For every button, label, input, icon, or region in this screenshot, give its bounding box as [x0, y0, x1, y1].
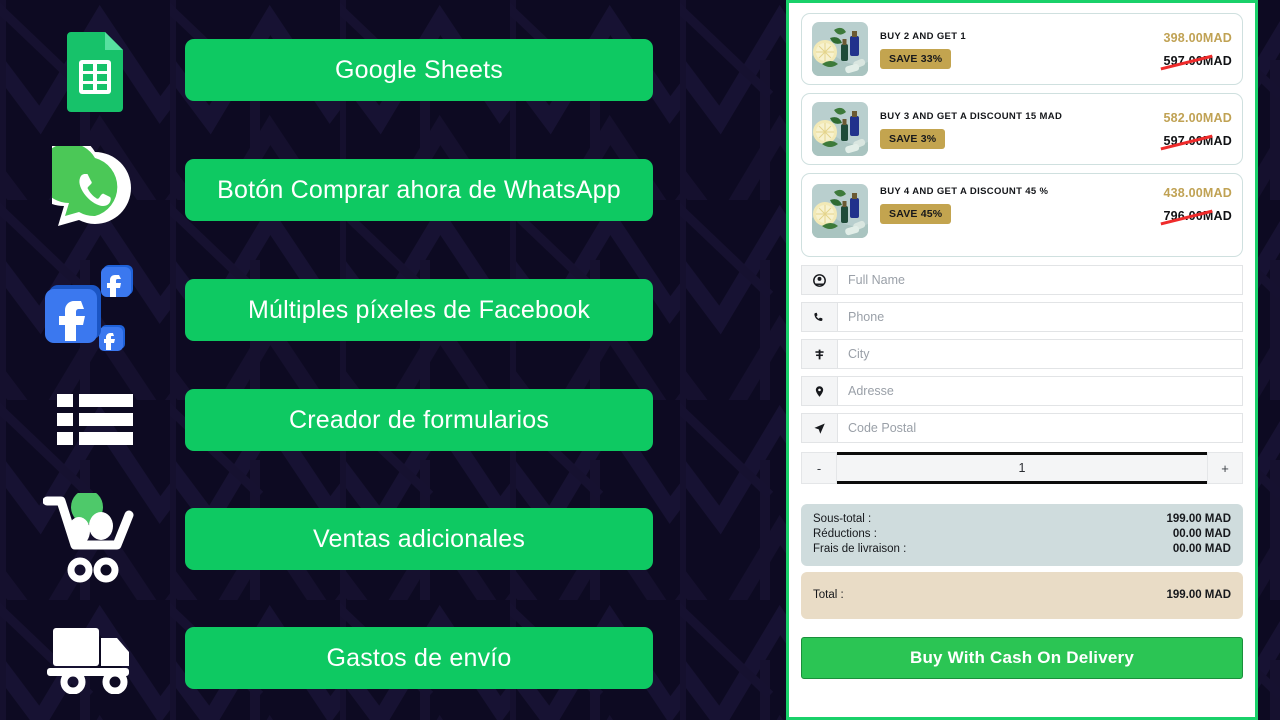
offer-title: BUY 3 AND GET A DISCOUNT 15 MAD — [880, 111, 1063, 122]
field-row-postal-code — [801, 413, 1243, 443]
offer-price-new: 582.00MAD — [1163, 110, 1232, 125]
user-icon — [801, 265, 837, 295]
feature-row-whatsapp: Botón Comprar ahora de WhatsApp — [0, 130, 786, 250]
address-input[interactable] — [837, 376, 1243, 406]
summary-value: 00.00 MAD — [1172, 543, 1231, 555]
offers-list: BUY 2 AND GET 1 SAVE 33% 398.00MAD 597.0… — [801, 13, 1243, 257]
order-summary: Sous-total : 199.00 MAD Réductions : 00.… — [801, 504, 1243, 566]
feature-button-google-sheets[interactable]: Google Sheets — [185, 39, 653, 101]
summary-label: Sous-total : — [813, 513, 872, 525]
upsell-cart-icon — [35, 484, 155, 594]
offer-details: BUY 4 AND GET A DISCOUNT 45 % SAVE 45% — [880, 184, 1128, 224]
feature-row-facebook-pixels: Múltiples píxeles de Facebook — [0, 250, 786, 370]
offer-card[interactable]: BUY 2 AND GET 1 SAVE 33% 398.00MAD 597.0… — [801, 13, 1243, 85]
product-thumbnail — [812, 184, 868, 238]
offer-details: BUY 2 AND GET 1 SAVE 33% — [880, 29, 1128, 69]
summary-label: Réductions : — [813, 528, 877, 540]
summary-line-shipping: Frais de livraison : 00.00 MAD — [813, 542, 1231, 557]
feature-row-shipping: Gastos de envío — [0, 598, 786, 718]
checkout-form: - + — [801, 265, 1243, 484]
shipping-truck-icon — [35, 603, 155, 713]
feature-button-facebook-pixels[interactable]: Múltiples píxeles de Facebook — [185, 279, 653, 341]
offer-price-old-wrap: 597.00MAD — [1159, 54, 1233, 70]
phone-input[interactable] — [837, 302, 1243, 332]
offer-prices: 438.00MAD 796.00MAD — [1128, 184, 1232, 225]
quantity-stepper: - + — [801, 452, 1243, 484]
total-value: 199.00 MAD — [1166, 589, 1231, 601]
offer-save-badge: SAVE 45% — [880, 204, 952, 224]
offer-title: BUY 2 AND GET 1 — [880, 31, 967, 42]
quantity-decrement-button[interactable]: - — [801, 452, 837, 484]
google-sheets-icon — [35, 15, 155, 125]
quantity-input[interactable] — [837, 452, 1207, 484]
summary-label: Frais de livraison : — [813, 543, 907, 555]
feature-row-upsell: Ventas adicionales — [0, 479, 786, 599]
feature-button-form-builder[interactable]: Creador de formularios — [185, 389, 653, 451]
city-input[interactable] — [837, 339, 1243, 369]
offer-price-new: 398.00MAD — [1163, 30, 1232, 45]
feature-row-google-sheets: Google Sheets — [0, 10, 786, 130]
order-total: Total : 199.00 MAD — [801, 572, 1243, 619]
facebook-pixels-icon — [35, 255, 155, 365]
phone-icon — [801, 302, 837, 332]
map-pin-icon — [801, 376, 837, 406]
product-thumbnail — [812, 102, 868, 156]
location-arrow-icon — [801, 413, 837, 443]
whatsapp-icon — [35, 135, 155, 245]
total-label: Total : — [813, 589, 844, 601]
postal-code-input[interactable] — [837, 413, 1243, 443]
form-builder-list-icon — [35, 365, 155, 475]
buy-cash-on-delivery-button[interactable]: Buy With Cash On Delivery — [801, 637, 1243, 679]
feature-row-form-builder: Creador de formularios — [0, 360, 786, 480]
offer-title: BUY 4 AND GET A DISCOUNT 45 % — [880, 186, 1049, 197]
feature-button-shipping[interactable]: Gastos de envío — [185, 627, 653, 689]
summary-line-discounts: Réductions : 00.00 MAD — [813, 527, 1231, 542]
feature-button-upsell[interactable]: Ventas adicionales — [185, 508, 653, 570]
field-row-phone — [801, 302, 1243, 332]
summary-value: 00.00 MAD — [1172, 528, 1231, 540]
offer-price-old-wrap: 796.00MAD — [1159, 209, 1233, 225]
checkout-panel: BUY 2 AND GET 1 SAVE 33% 398.00MAD 597.0… — [786, 0, 1258, 720]
offer-details: BUY 3 AND GET A DISCOUNT 15 MAD SAVE 3% — [880, 109, 1128, 149]
field-row-full-name — [801, 265, 1243, 295]
quantity-increment-button[interactable]: + — [1207, 452, 1243, 484]
feature-button-whatsapp[interactable]: Botón Comprar ahora de WhatsApp — [185, 159, 653, 221]
offer-card[interactable]: BUY 4 AND GET A DISCOUNT 45 % SAVE 45% 4… — [801, 173, 1243, 257]
full-name-input[interactable] — [837, 265, 1243, 295]
summary-line-subtotal: Sous-total : 199.00 MAD — [813, 512, 1231, 527]
offer-price-new: 438.00MAD — [1163, 186, 1232, 200]
product-thumbnail — [812, 22, 868, 76]
city-icon — [801, 339, 837, 369]
field-row-city — [801, 339, 1243, 369]
offer-prices: 398.00MAD 597.00MAD — [1128, 29, 1232, 70]
offer-save-badge: SAVE 3% — [880, 129, 946, 149]
summary-value: 199.00 MAD — [1166, 513, 1231, 525]
features-panel: Google Sheets Botón Comprar ahora de Wha… — [0, 0, 786, 720]
offer-save-badge: SAVE 33% — [880, 49, 952, 69]
field-row-address — [801, 376, 1243, 406]
offer-prices: 582.00MAD 597.00MAD — [1128, 109, 1232, 150]
offer-card[interactable]: BUY 3 AND GET A DISCOUNT 15 MAD SAVE 3% … — [801, 93, 1243, 165]
offer-price-old-wrap: 597.00MAD — [1159, 134, 1233, 150]
